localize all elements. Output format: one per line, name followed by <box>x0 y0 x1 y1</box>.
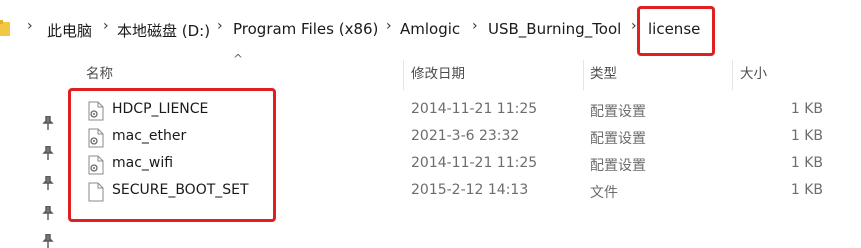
file-type: 配置设置 <box>590 158 646 174</box>
file-size: 1 KB <box>790 155 823 171</box>
column-divider[interactable] <box>403 60 404 90</box>
breadcrumb-usb-burning-tool[interactable]: USB_Burning_Tool <box>488 20 621 38</box>
file-date: 2015-2-12 14:13 <box>411 182 529 198</box>
chevron-right-icon[interactable]: › <box>472 18 478 34</box>
column-header-type[interactable]: 类型 <box>590 62 617 86</box>
file-name[interactable]: mac_ether <box>112 128 186 144</box>
file-row[interactable]: SECURE_BOOT_SET 2015-2-12 14:13 文件 1 KB <box>0 179 861 205</box>
chevron-right-icon[interactable]: › <box>103 18 109 34</box>
file-name[interactable]: mac_wifi <box>112 155 173 171</box>
address-bar[interactable]: › 此电脑 › 本地磁盘 (D:) › Program Files (x86) … <box>0 0 861 60</box>
file-date: 2014-11-21 11:25 <box>411 101 538 117</box>
chevron-right-icon[interactable]: › <box>217 18 223 34</box>
file-name[interactable]: SECURE_BOOT_SET <box>112 182 249 198</box>
file-size: 1 KB <box>790 128 823 144</box>
chevron-right-icon[interactable]: › <box>386 18 392 34</box>
file-date: 2021-3-6 23:32 <box>411 128 520 144</box>
pin-icon[interactable] <box>42 234 54 248</box>
pin-icon[interactable] <box>42 206 54 220</box>
chevron-right-icon[interactable]: › <box>631 18 637 34</box>
file-row[interactable]: HDCP_LIENCE 2014-11-21 11:25 配置设置 1 KB <box>0 98 861 124</box>
file-type: 配置设置 <box>590 104 646 120</box>
blank-file-icon <box>88 182 104 202</box>
file-size: 1 KB <box>790 101 823 117</box>
sort-ascending-icon: ^ <box>233 52 244 66</box>
file-type: 配置设置 <box>590 131 646 147</box>
file-name[interactable]: HDCP_LIENCE <box>112 101 208 117</box>
file-row[interactable]: mac_ether 2021-3-6 23:32 配置设置 1 KB <box>0 125 861 151</box>
folder-icon <box>0 20 10 36</box>
file-type: 文件 <box>590 185 618 201</box>
breadcrumb-amlogic[interactable]: Amlogic <box>400 20 460 38</box>
config-file-icon <box>88 101 104 121</box>
chevron-right-icon: › <box>27 18 33 34</box>
config-file-icon <box>88 155 104 175</box>
breadcrumb-this-pc[interactable]: 此电脑 <box>47 20 92 41</box>
column-header-name[interactable]: 名称 <box>86 62 113 86</box>
file-date: 2014-11-21 11:25 <box>411 155 538 171</box>
column-divider[interactable] <box>732 60 733 90</box>
column-divider[interactable] <box>583 60 584 90</box>
breadcrumb-program-files-x86[interactable]: Program Files (x86) <box>233 20 378 38</box>
file-size: 1 KB <box>790 182 823 198</box>
config-file-icon <box>88 128 104 148</box>
file-row[interactable]: mac_wifi 2014-11-21 11:25 配置设置 1 KB <box>0 152 861 178</box>
column-header-size[interactable]: 大小 <box>740 62 767 86</box>
highlight-box-license <box>637 6 715 56</box>
breadcrumb-drive-d[interactable]: 本地磁盘 (D:) <box>117 20 210 41</box>
column-header-date[interactable]: 修改日期 <box>411 62 465 86</box>
